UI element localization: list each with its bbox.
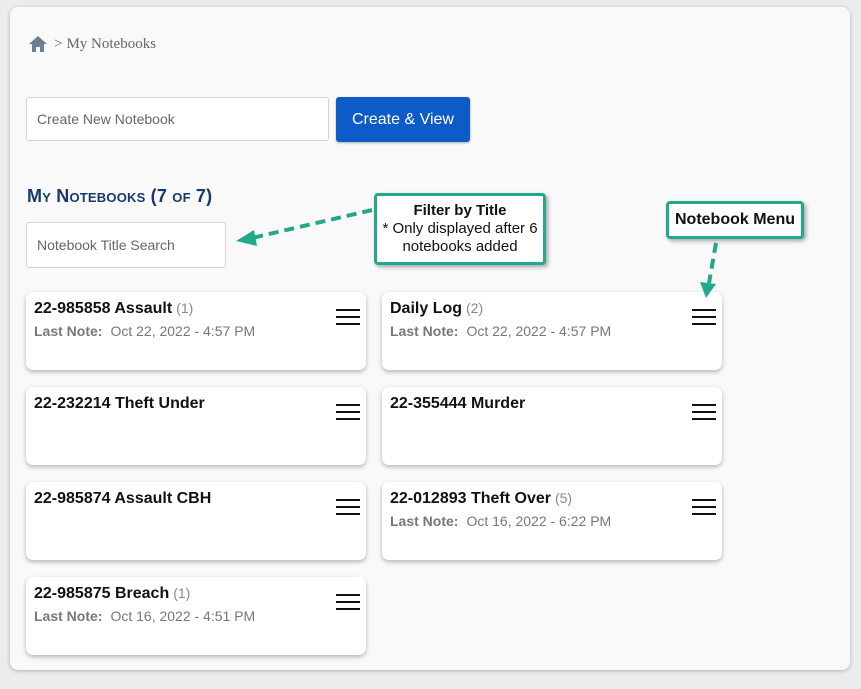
notebook-title: 22-985874 Assault CBH [34,490,358,508]
last-note-value: Oct 22, 2022 - 4:57 PM [466,323,612,339]
filter-callout-line: notebooks added [402,238,518,255]
create-notebook-input[interactable] [26,97,329,141]
notebook-card[interactable]: 22-985874 Assault CBH [26,482,366,560]
last-note-value: Oct 22, 2022 - 4:57 PM [110,323,256,339]
notebook-last-note: Last Note: Oct 16, 2022 - 6:22 PM [390,513,714,529]
notebook-title: 22-985858 Assault (1) [34,300,358,318]
notebook-name: 22-012893 Theft Over [390,490,551,507]
menu-callout: Notebook Menu [666,201,804,239]
create-and-view-button[interactable]: Create & View [336,97,470,142]
hamburger-menu-icon[interactable] [336,498,360,516]
filter-callout-title: Filter by Title [413,202,507,219]
notebook-count: (1) [176,300,194,316]
breadcrumb-separator: > [54,35,63,52]
notebook-count: (5) [554,490,573,506]
last-note-value: Oct 16, 2022 - 4:51 PM [110,608,256,624]
notebook-count: (2) [466,300,484,316]
hamburger-menu-icon[interactable] [336,593,360,611]
notebook-title: Daily Log (2) [390,300,714,318]
notebook-name: 22-985875 Breach [34,585,170,602]
notebook-card[interactable]: Daily Log (2) Last Note: Oct 22, 2022 - 4:… [382,292,722,370]
hamburger-menu-icon[interactable] [336,308,360,326]
last-note-label: Last Note: [390,323,459,339]
notebook-name: Daily Log [390,300,463,317]
notebook-card[interactable]: 22-985858 Assault (1) Last Note: Oct 22, 2… [26,292,366,370]
menu-callout-title: Notebook Menu [675,211,795,228]
notebook-title: 22-232214 Theft Under [34,395,358,413]
notebook-title: 22-355444 Murder [390,395,714,413]
hamburger-menu-icon[interactable] [336,403,360,421]
notebook-title: 22-012893 Theft Over (5) [390,490,714,508]
notebook-last-note: Last Note: Oct 16, 2022 - 4:51 PM [34,608,358,624]
notebook-card[interactable]: 22-355444 Murder [382,387,722,465]
notebook-name: 22-985858 Assault [34,300,173,317]
hamburger-menu-icon[interactable] [692,308,716,326]
notebook-card[interactable]: 22-232214 Theft Under [26,387,366,465]
filter-callout: Filter by Title * Only displayed after 6… [374,193,546,265]
notebook-title: 22-985875 Breach (1) [34,585,358,603]
last-note-label: Last Note: [34,608,103,624]
filter-callout-line: * Only displayed after 6 [382,220,538,237]
notebook-name: 22-232214 Theft Under [34,395,205,412]
breadcrumb-current: My Notebooks [66,35,157,52]
notebook-count: (1) [173,585,191,601]
notebook-last-note: Last Note: Oct 22, 2022 - 4:57 PM [390,323,714,339]
notebook-name: 22-985874 Assault CBH [34,490,212,507]
notebook-card[interactable]: 22-985875 Breach (1) Last Note: Oct 16, 20… [26,577,366,655]
breadcrumb: > My Notebooks [28,34,156,54]
notebook-card[interactable]: 22-012893 Theft Over (5) Last Note: Oct 16… [382,482,722,560]
notebook-name: 22-355444 Murder [390,395,526,412]
notebook-title-search-input[interactable] [26,222,226,268]
last-note-value: Oct 16, 2022 - 6:22 PM [466,513,612,529]
last-note-label: Last Note: [390,513,459,529]
hamburger-menu-icon[interactable] [692,498,716,516]
section-title: My Notebooks (7 of 7) [27,186,213,206]
hamburger-menu-icon[interactable] [692,403,716,421]
home-icon[interactable] [28,35,48,53]
notebook-last-note: Last Note: Oct 22, 2022 - 4:57 PM [34,323,358,339]
last-note-label: Last Note: [34,323,103,339]
